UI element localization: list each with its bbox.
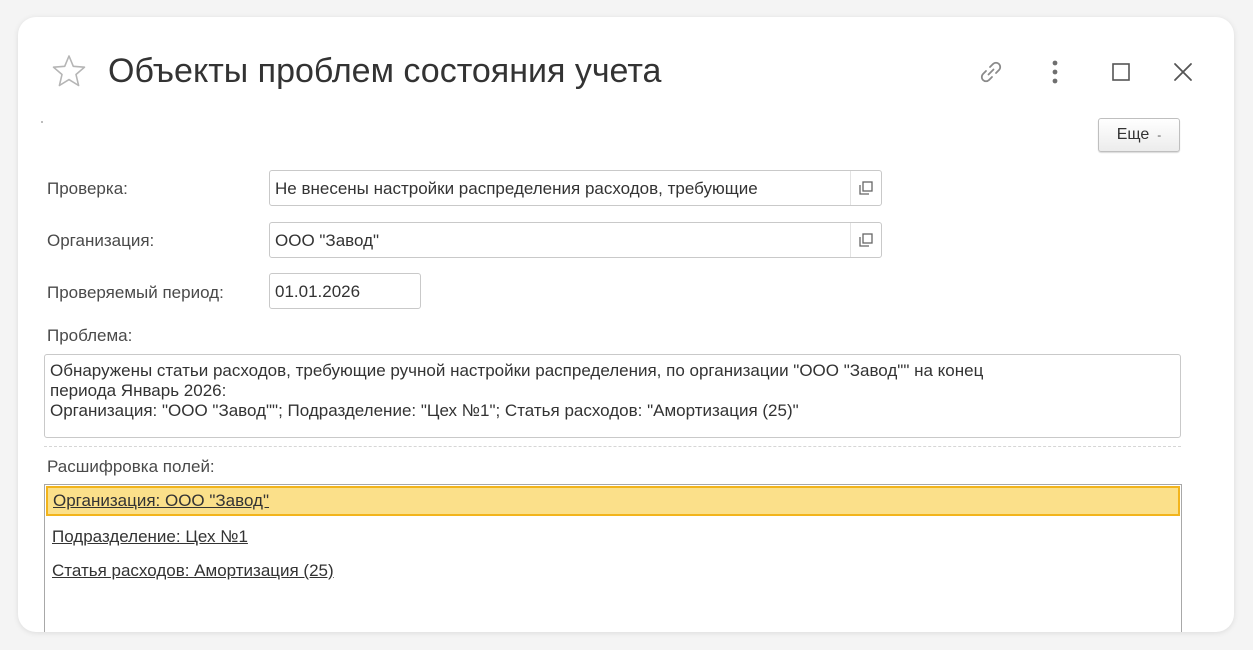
menu-dots-icon[interactable] (1040, 57, 1070, 87)
period-value: 01.01.2026 (275, 282, 361, 301)
open-check-button[interactable] (850, 171, 881, 205)
list-item-department[interactable]: Подразделение: Цех №1 (46, 522, 1180, 552)
window-title: Объекты проблем состояния учета (108, 52, 662, 90)
star-icon[interactable] (51, 53, 87, 89)
open-icon (859, 181, 873, 195)
more-caret-icon: - (1157, 128, 1162, 142)
org-field[interactable]: ООО "Завод" (269, 222, 882, 258)
period-field[interactable]: 01.01.2026 (269, 273, 421, 309)
open-org-button[interactable] (850, 223, 881, 257)
open-icon (859, 233, 873, 247)
problem-label: Проблема: (47, 326, 133, 345)
dashed-divider (44, 446, 1181, 447)
close-icon[interactable] (1168, 57, 1198, 87)
problem-line: Обнаружены статьи расходов, требующие ру… (50, 361, 984, 380)
list-item-label: Организация: ООО "Завод" (53, 491, 270, 510)
period-label: Проверяемый период: (47, 283, 224, 302)
check-label: Проверка: (47, 179, 128, 198)
fields-label: Расшифровка полей: (47, 457, 215, 476)
check-value: Не внесены настройки распределения расхо… (275, 179, 758, 198)
title-bar: Объекты проблем состояния учета (18, 17, 1234, 117)
list-item-expense[interactable]: Статья расходов: Амортизация (25) (46, 556, 1180, 586)
list-item-label: Статья расходов: Амортизация (25) (52, 561, 334, 580)
list-item-organization[interactable]: Организация: ООО "Завод" (46, 486, 1180, 516)
more-button[interactable]: Еще - (1098, 118, 1180, 152)
divider-dot (41, 121, 43, 123)
more-button-label: Еще (1116, 126, 1150, 143)
list-item-label: Подразделение: Цех №1 (52, 527, 248, 546)
link-icon[interactable] (976, 57, 1006, 87)
fields-list[interactable]: Организация: ООО "Завод" Подразделение: … (44, 484, 1182, 632)
problem-line: периода Январь 2026: (50, 381, 227, 400)
problem-text-area[interactable]: Обнаружены статьи расходов, требующие ру… (44, 354, 1181, 438)
check-field[interactable]: Не внесены настройки распределения расхо… (269, 170, 882, 206)
problem-line: Организация: "ООО "Завод""; Подразделени… (50, 401, 799, 420)
dialog-window: Объекты проблем состояния учета Еще - Пр… (18, 17, 1234, 632)
maximize-icon[interactable] (1106, 57, 1136, 87)
org-value: ООО "Завод" (275, 231, 380, 250)
org-label: Организация: (47, 231, 155, 250)
